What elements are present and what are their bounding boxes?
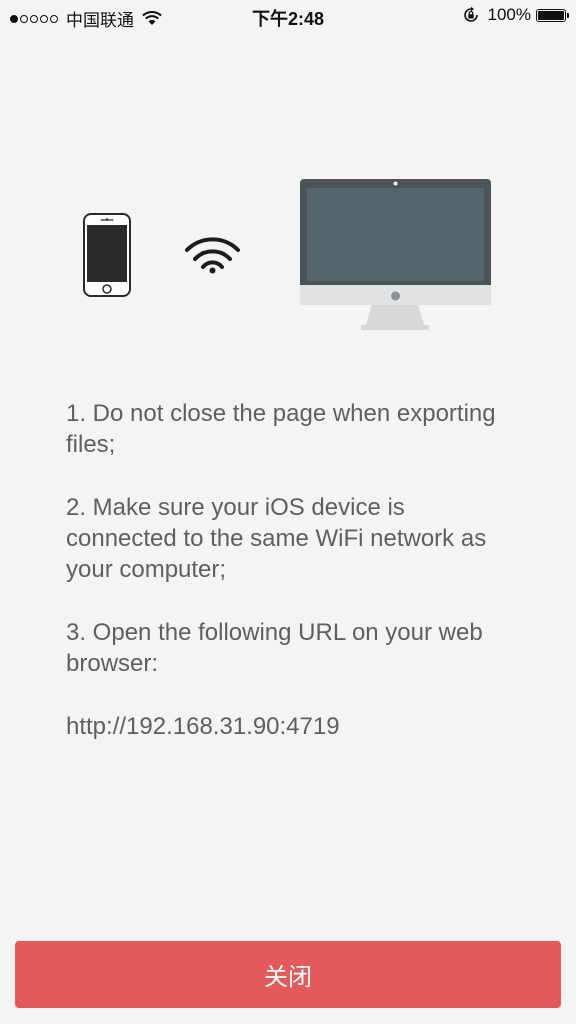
status-bar: 中国联通 下午2:48 100% bbox=[0, 0, 576, 32]
connection-illustration bbox=[0, 170, 576, 340]
battery-percent: 100% bbox=[487, 5, 531, 24]
close-button[interactable]: 关闭 bbox=[15, 941, 561, 1008]
export-url[interactable]: http://192.168.31.90:4719 bbox=[66, 711, 516, 742]
wifi-icon bbox=[185, 237, 240, 274]
desktop-monitor-icon bbox=[300, 179, 491, 330]
status-bar-right: 100% bbox=[462, 5, 569, 25]
smartphone-icon bbox=[83, 213, 131, 297]
battery-icon bbox=[536, 8, 569, 22]
instruction-step-2: 2. Make sure your iOS device is connecte… bbox=[66, 494, 487, 583]
instructions: 1. Do not close the page when exporting … bbox=[66, 398, 516, 774]
instruction-step-3: 3. Open the following URL on your web br… bbox=[66, 619, 483, 677]
instruction-step-1: 1. Do not close the page when exporting … bbox=[66, 400, 496, 458]
rotation-lock-icon bbox=[463, 6, 478, 22]
